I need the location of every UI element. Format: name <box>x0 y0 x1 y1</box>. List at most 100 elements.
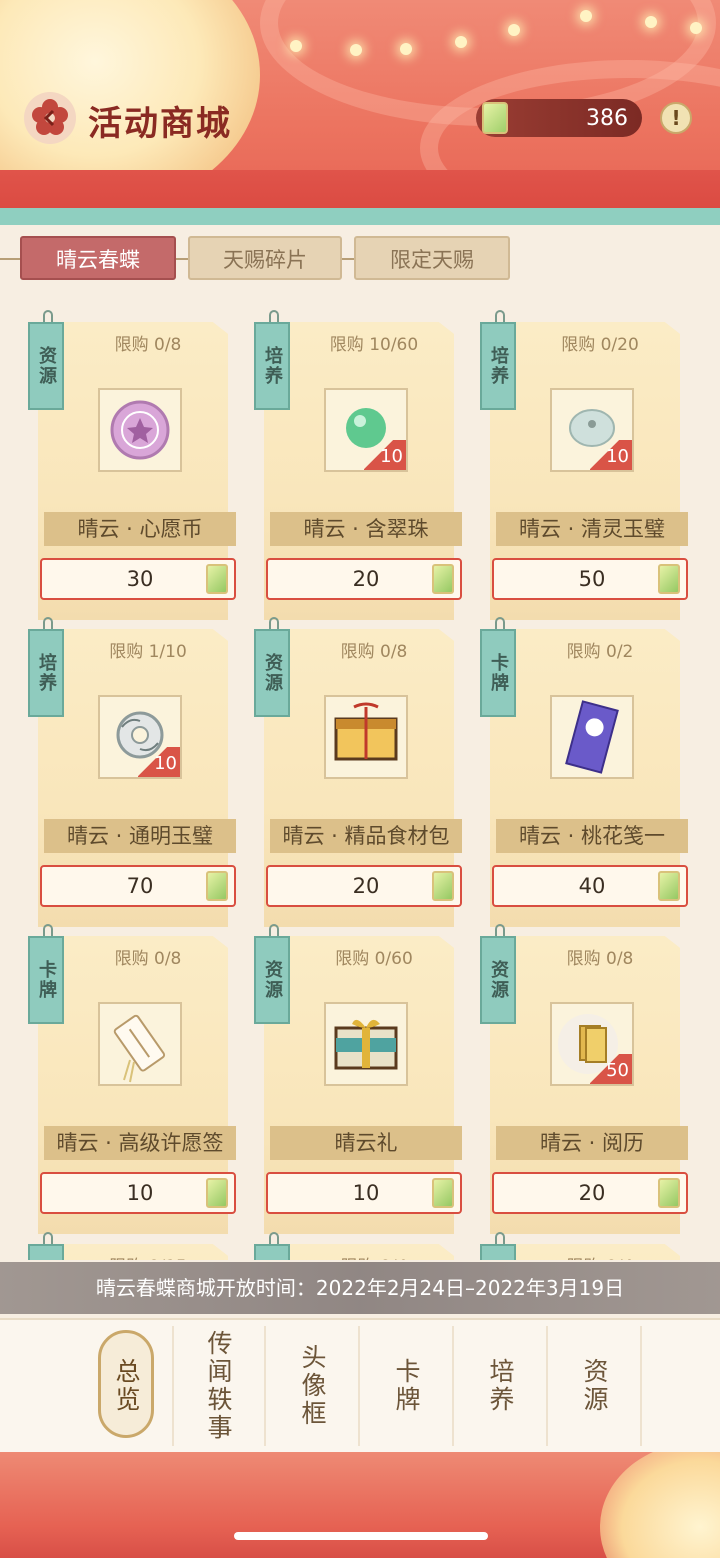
food-box-icon <box>334 702 398 761</box>
buy-button[interactable]: 20 <box>492 1172 688 1214</box>
item-image: 50 <box>550 1002 634 1086</box>
nav-overview[interactable]: 总览 <box>80 1326 174 1446</box>
tab-qingyun-chundie[interactable]: 晴云春蝶 <box>20 236 176 280</box>
purchase-limit: 限购 0/8 <box>114 949 182 969</box>
item-grid: 资源 限购 0/8 晴云 · 心愿币 30 培养 限购 10/60 10 晴云 … <box>0 300 720 1260</box>
ticket-icon <box>658 1178 680 1208</box>
item-image: 10 <box>324 388 408 472</box>
nav-training[interactable]: 培养 <box>454 1326 548 1446</box>
item-card[interactable]: 资源 限购 0/60 晴云礼 10 <box>254 924 462 1234</box>
home-indicator[interactable] <box>234 1532 488 1540</box>
item-name: 晴云 · 含翠珠 <box>270 512 462 546</box>
gift-box-icon <box>334 1019 398 1070</box>
item-card[interactable]: 卡牌 限购 0/2 晴云 · 桃花笺一 40 <box>480 617 688 927</box>
purchase-limit: 限购 0/4 <box>294 1252 454 1260</box>
item-name: 晴云 · 通明玉璧 <box>44 819 236 853</box>
footer-decor <box>0 1452 720 1558</box>
quantity-badge: 10 <box>590 440 632 470</box>
ticket-icon <box>482 102 508 134</box>
purchase-limit: 限购 0/8 <box>114 335 182 355</box>
purchase-limit: 限购 0/20 <box>561 335 639 355</box>
shop-open-time-notice: 晴云春蝶商城开放时间：2022年2月24日–2022年3月19日 <box>0 1262 720 1314</box>
item-card[interactable]: 卡牌 限购 0/8 晴云 · 高级许愿签 10 <box>28 924 236 1234</box>
quantity-badge: 50 <box>590 1054 632 1084</box>
ticket-icon <box>432 1178 454 1208</box>
item-image: 10 <box>550 388 634 472</box>
item-image <box>324 1002 408 1086</box>
purchase-limit: 限购 0/60 <box>335 949 413 969</box>
buy-button[interactable]: 70 <box>40 865 236 907</box>
category-tag: 培养 <box>28 629 64 717</box>
category-tag <box>254 1244 290 1260</box>
item-image: 10 <box>98 695 182 779</box>
category-tag <box>480 1244 516 1260</box>
buy-button[interactable]: 20 <box>266 558 462 600</box>
back-button[interactable] <box>24 92 76 144</box>
currency-display: 386 <box>476 99 642 137</box>
item-image <box>98 1002 182 1086</box>
item-image <box>550 695 634 779</box>
wish-tag-icon <box>113 1014 166 1083</box>
category-tag: 资源 <box>254 629 290 717</box>
item-name: 晴云 · 高级许愿签 <box>44 1126 236 1160</box>
category-tag: 卡牌 <box>480 629 516 717</box>
purple-coin-icon <box>110 400 170 460</box>
nav-avatar-frames[interactable]: 头像框 <box>266 1326 360 1446</box>
category-tag: 资源 <box>28 322 64 410</box>
item-image <box>98 388 182 472</box>
purple-card-icon <box>565 700 619 774</box>
category-tag: 资源 <box>254 936 290 1024</box>
tab-rope <box>176 258 188 260</box>
buy-button[interactable]: 50 <box>492 558 688 600</box>
info-button[interactable]: ! <box>660 102 692 134</box>
category-tag: 卡牌 <box>28 936 64 1024</box>
item-card[interactable]: 资源 限购 0/8 50 晴云 · 阅历 20 <box>480 924 688 1234</box>
item-card[interactable]: 限购 0/4 <box>254 1232 454 1260</box>
buy-button[interactable]: 30 <box>40 558 236 600</box>
category-tag: 资源 <box>480 936 516 1024</box>
item-card[interactable]: 限购 0/15 <box>28 1232 228 1260</box>
tab-rope <box>0 258 20 260</box>
purchase-limit: 限购 0/8 <box>566 949 634 969</box>
currency-value: 386 <box>586 105 628 131</box>
item-card[interactable]: 资源 限购 0/8 晴云 · 心愿币 30 <box>28 310 236 620</box>
nav-cards[interactable]: 卡牌 <box>360 1326 454 1446</box>
ticket-icon <box>206 871 228 901</box>
ticket-icon <box>658 871 680 901</box>
item-card[interactable]: 培养 限购 10/60 10 晴云 · 含翠珠 20 <box>254 310 462 620</box>
plum-blossom-back-icon <box>32 99 68 135</box>
lantern-decor <box>600 1452 720 1558</box>
purchase-limit: 限购 0/2 <box>566 642 634 662</box>
quantity-badge: 10 <box>364 440 406 470</box>
item-name: 晴云 · 阅历 <box>496 1126 688 1160</box>
tab-rope <box>342 258 354 260</box>
tab-xianding-tianci[interactable]: 限定天赐 <box>354 236 510 280</box>
category-tag <box>28 1244 64 1260</box>
buy-button[interactable]: 20 <box>266 865 462 907</box>
item-image <box>324 695 408 779</box>
ticket-icon <box>432 564 454 594</box>
nav-resources[interactable]: 资源 <box>548 1326 642 1446</box>
buy-button[interactable]: 40 <box>492 865 688 907</box>
header-divider <box>0 208 720 225</box>
item-card[interactable]: 资源 限购 0/8 晴云 · 精品食材包 20 <box>254 617 462 927</box>
nav-rumors[interactable]: 传闻轶事 <box>172 1326 266 1446</box>
item-card[interactable]: 培养 限购 1/10 10 晴云 · 通明玉璧 70 <box>28 617 236 927</box>
tab-bar: 晴云春蝶 天赐碎片 限定天赐 <box>0 236 720 282</box>
category-tag: 培养 <box>254 322 290 410</box>
ticket-icon <box>432 871 454 901</box>
ticket-icon <box>206 1178 228 1208</box>
quantity-badge: 10 <box>138 747 180 777</box>
category-tag: 培养 <box>480 322 516 410</box>
item-card[interactable]: 培养 限购 0/20 10 晴云 · 清灵玉璧 50 <box>480 310 688 620</box>
purchase-limit: 限购 1/10 <box>109 642 187 662</box>
item-name: 晴云 · 清灵玉璧 <box>496 512 688 546</box>
item-name: 晴云 · 桃花笺一 <box>496 819 688 853</box>
item-card[interactable]: 限购 0/4 <box>480 1232 680 1260</box>
buy-button[interactable]: 10 <box>40 1172 236 1214</box>
page-title: 活动商城 <box>88 104 232 144</box>
item-name: 晴云 · 精品食材包 <box>270 819 462 853</box>
buy-button[interactable]: 10 <box>266 1172 462 1214</box>
purchase-limit: 限购 0/4 <box>520 1252 680 1260</box>
tab-tianci-suipian[interactable]: 天赐碎片 <box>188 236 342 280</box>
